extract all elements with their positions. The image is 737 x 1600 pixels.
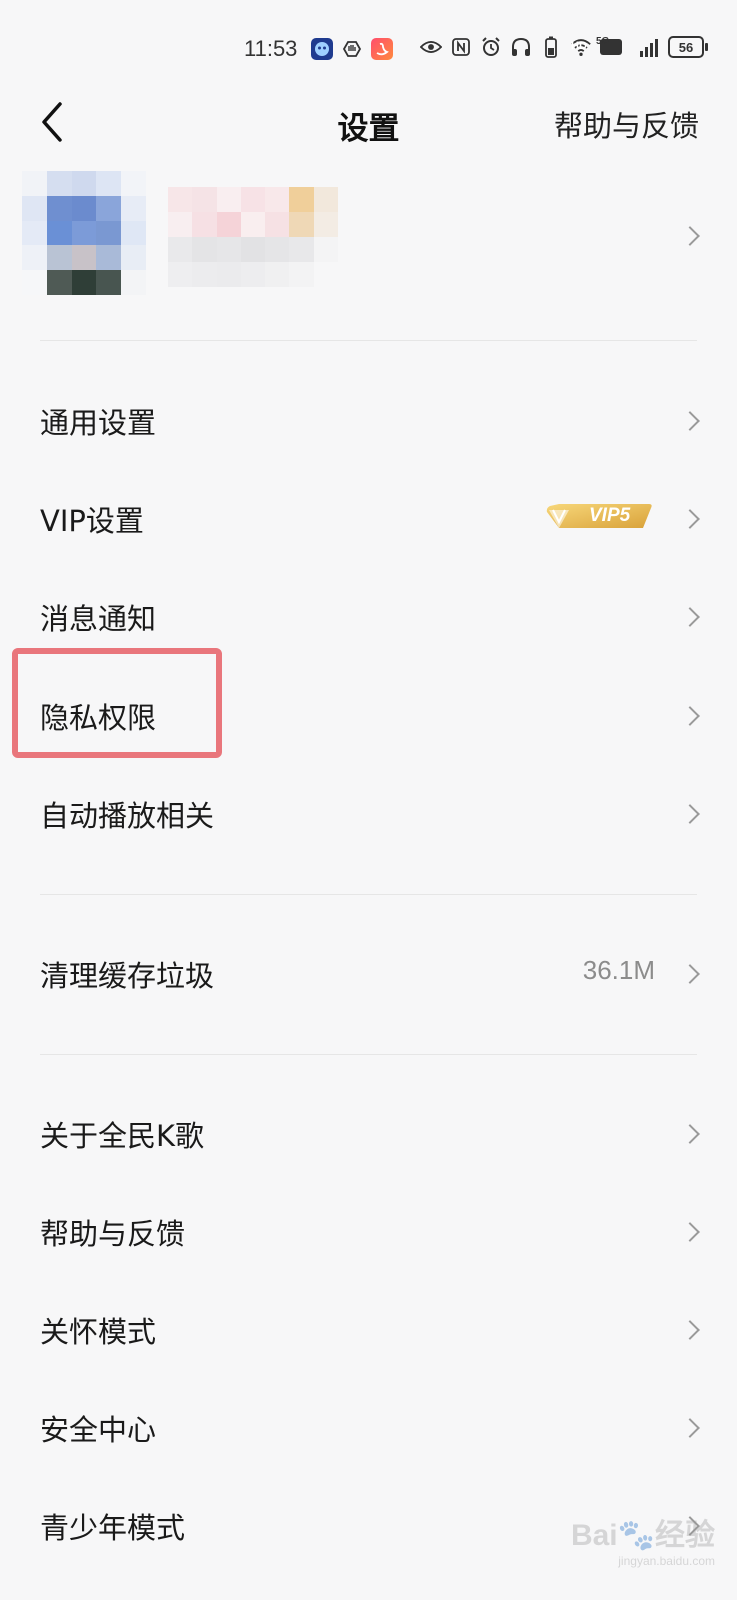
battery-level: 56 <box>678 39 694 55</box>
menu-label: 安全中心 <box>40 1413 157 1447</box>
network-label: 5G <box>596 36 610 47</box>
divider <box>40 894 697 895</box>
menu-label: 自动播放相关 <box>40 799 215 833</box>
menu-label: 关怀模式 <box>40 1315 157 1349</box>
menu-label: 青少年模式 <box>40 1511 186 1545</box>
watermark-sub: jingyan.baidu.com <box>618 1554 715 1568</box>
menu-label: 帮助与反馈 <box>40 1217 186 1251</box>
chevron-right-icon <box>680 1320 700 1340</box>
chevron-right-icon <box>680 1418 700 1438</box>
watermark-text-2: 经验 <box>655 1519 715 1552</box>
battery-icon: 56 <box>668 36 708 58</box>
profile-row[interactable] <box>0 165 737 305</box>
chevron-right-icon <box>680 706 700 726</box>
menu-label: 通用设置 <box>40 406 157 440</box>
divider <box>40 340 697 341</box>
battery-small-icon <box>540 36 562 58</box>
watermark-text: Bai <box>570 1519 618 1552</box>
paw-icon: 🐾 <box>617 1519 655 1552</box>
menu-item-help-feedback[interactable]: 帮助与反馈 <box>0 1183 737 1279</box>
status-bar: 11:53 HD 5G 56 <box>0 0 737 100</box>
menu-item-security-center[interactable]: 安全中心 <box>0 1379 737 1475</box>
nfc-icon <box>450 36 472 58</box>
status-time: 11:53 <box>244 36 298 61</box>
menu-item-vip-settings[interactable]: VIP设置 VIP5 <box>0 470 737 566</box>
chevron-right-icon <box>680 804 700 824</box>
menu-label: 消息通知 <box>40 602 157 636</box>
chevron-right-icon <box>680 964 700 984</box>
hd-label: HD <box>571 40 587 52</box>
chevron-right-icon <box>680 607 700 627</box>
alarm-icon <box>480 36 502 58</box>
chevron-right-icon <box>680 1124 700 1144</box>
menu-label: VIP设置 <box>40 504 144 538</box>
menu-item-about[interactable]: 关于全民K歌 <box>0 1085 737 1181</box>
menu-item-care-mode[interactable]: 关怀模式 <box>0 1281 737 1377</box>
help-feedback-link[interactable]: 帮助与反馈 <box>554 103 699 145</box>
hand-icon <box>341 38 363 60</box>
bot-icon <box>311 38 333 60</box>
headphones-icon <box>510 36 532 58</box>
highlight-annotation <box>12 648 222 758</box>
vip-badge: VIP5 <box>545 498 655 534</box>
divider <box>40 1054 697 1055</box>
avatar <box>22 171 146 295</box>
menu-item-general-settings[interactable]: 通用设置 <box>0 372 737 468</box>
eye-icon <box>420 36 442 58</box>
swan-icon <box>371 38 393 60</box>
menu-item-clear-cache[interactable]: 清理缓存垃圾 36.1M <box>0 925 737 1021</box>
chevron-right-icon <box>680 1222 700 1242</box>
chevron-right-icon <box>680 226 700 246</box>
signal-icon <box>630 36 660 58</box>
header: 设置 帮助与反馈 <box>0 95 737 155</box>
watermark: Bai🐾经验 jingyan.baidu.com <box>571 1510 715 1568</box>
status-app-icons <box>311 38 393 60</box>
cache-size: 36.1M <box>582 955 655 985</box>
menu-label: 关于全民K歌 <box>40 1119 205 1153</box>
chevron-right-icon <box>680 509 700 529</box>
username-pixelated <box>168 187 338 287</box>
menu-label: 清理缓存垃圾 <box>40 959 215 993</box>
menu-item-autoplay[interactable]: 自动播放相关 <box>0 765 737 861</box>
scrollbar[interactable] <box>730 170 735 1570</box>
chevron-right-icon <box>680 411 700 431</box>
status-system-icons: HD 5G 56 <box>420 36 708 58</box>
vip-level-text: VIP5 <box>589 505 631 526</box>
